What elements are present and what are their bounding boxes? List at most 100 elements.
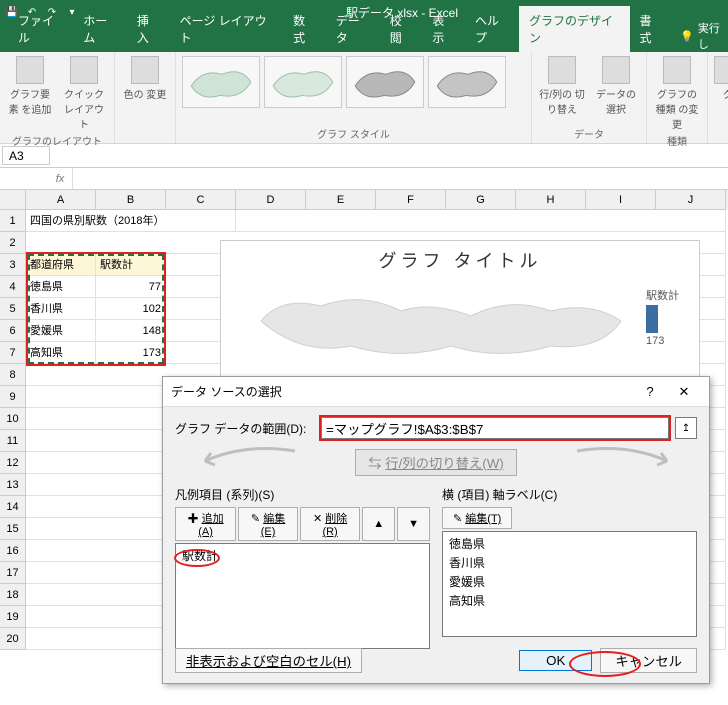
col-G[interactable]: G [446, 190, 516, 210]
change-colors-button[interactable]: 色の 変更 [121, 56, 169, 101]
axis-label: 横 (項目) 軸ラベル(C) [442, 486, 697, 503]
row-1: 1四国の県別駅数（2018年） [0, 210, 728, 232]
switch-icon [548, 56, 576, 84]
tab-format[interactable]: 書式 [630, 6, 673, 52]
axis-item-0[interactable]: 徳島県 [447, 534, 692, 553]
col-B[interactable]: B [96, 190, 166, 210]
col-C[interactable]: C [166, 190, 236, 210]
group-colors: 色の 変更 [115, 52, 176, 143]
series-listbox[interactable]: 駅数計 [175, 543, 430, 649]
cell-B5[interactable]: 102 [96, 298, 166, 320]
chart-type-icon [663, 56, 691, 84]
switch-rowcol-button[interactable]: 行/列の 切り替え [538, 56, 586, 116]
palette-icon [131, 56, 159, 84]
col-F[interactable]: F [376, 190, 446, 210]
series-edit-button[interactable]: ✎ 編集(E) [238, 507, 298, 541]
col-A[interactable]: A [26, 190, 96, 210]
add-element-icon [16, 56, 44, 84]
move-chart-button[interactable]: グ [714, 56, 728, 101]
world-map-plot [251, 281, 631, 371]
formula-bar[interactable]: fx [0, 168, 728, 190]
group-data: 行/列の 切り替え データの 選択 データ [532, 52, 647, 143]
map-chart[interactable]: グラフ タイトル 駅数計 173 [220, 240, 700, 380]
select-all-corner[interactable] [0, 190, 26, 210]
series-up-button[interactable]: ▲ [362, 507, 395, 541]
chart-legend: 駅数計 173 [646, 287, 679, 347]
cell-B6[interactable]: 148 [96, 320, 166, 342]
ribbon-tabs: ファイル ホーム 挿入 ページ レイアウト 数式 データ 校閲 表示 ヘルプ グ… [0, 24, 728, 52]
cell-A6[interactable]: 愛媛県 [26, 320, 96, 342]
axis-item-3[interactable]: 高知県 [447, 591, 692, 610]
col-E[interactable]: E [306, 190, 376, 210]
tab-pagelayout[interactable]: ページ レイアウト [170, 6, 283, 52]
select-data-source-dialog: データ ソースの選択 ? ✕ グラフ データの範囲(D): ↥ ⇆ 行/列の切り… [162, 376, 710, 684]
quick-layout-button[interactable]: クイック レイアウト [60, 56, 108, 131]
cell-A3[interactable]: 都道府県 [26, 254, 96, 276]
dialog-titlebar[interactable]: データ ソースの選択 ? ✕ [163, 377, 709, 407]
name-formula-row: A3 [0, 144, 728, 168]
series-down-button[interactable]: ▼ [397, 507, 430, 541]
tab-data[interactable]: データ [326, 6, 380, 52]
tab-help[interactable]: ヘルプ [465, 6, 519, 52]
chart-title[interactable]: グラフ タイトル [221, 241, 699, 273]
cell-B7[interactable]: 173 [96, 342, 166, 364]
close-icon[interactable]: ✕ [667, 384, 701, 400]
name-box[interactable]: A3 [2, 146, 50, 165]
tab-file[interactable]: ファイル [8, 6, 73, 52]
ribbon: グラフ要素 を追加 クイック レイアウト グラフのレイアウト 色の 変更 グラフ… [0, 52, 728, 144]
hidden-cells-button[interactable]: 非表示および空白のセル(H) [175, 648, 362, 673]
style-thumb-3[interactable] [346, 56, 424, 108]
tab-chartdesign[interactable]: グラフのデザイン [519, 6, 630, 52]
cell-A4[interactable]: 徳島県 [26, 276, 96, 298]
cell-A7[interactable]: 高知県 [26, 342, 96, 364]
fx-icon[interactable]: fx [48, 173, 72, 185]
change-chart-type-button[interactable]: グラフの種類 の変更 [653, 56, 701, 131]
cell-B3[interactable]: 駅数計 [96, 254, 166, 276]
range-label: グラフ データの範囲(D): [175, 420, 315, 437]
legend-value: 173 [646, 335, 679, 347]
tab-insert[interactable]: 挿入 [127, 6, 170, 52]
select-data-button[interactable]: データの 選択 [592, 56, 640, 116]
collapse-range-button[interactable]: ↥ [675, 417, 697, 439]
tab-formulas[interactable]: 数式 [283, 6, 326, 52]
cancel-button[interactable]: キャンセル [600, 648, 697, 673]
legend-swatch [646, 305, 658, 333]
legend-label: 駅数計 [646, 287, 679, 303]
arrow-right-icon [567, 447, 687, 473]
axis-edit-button[interactable]: ✎ 編集(T) [442, 507, 512, 529]
cell-A1[interactable]: 四国の県別駅数（2018年） [26, 210, 236, 232]
axis-item-2[interactable]: 愛媛県 [447, 572, 692, 591]
style-thumb-1[interactable] [182, 56, 260, 108]
select-data-icon [602, 56, 630, 84]
dialog-title: データ ソースの選択 [171, 383, 633, 400]
group-type: グラフの種類 の変更 種類 [647, 52, 708, 143]
tab-view[interactable]: 表示 [422, 6, 465, 52]
col-H[interactable]: H [516, 190, 586, 210]
column-headers: A B C D E F G H I J [0, 190, 728, 210]
cell-A5[interactable]: 香川県 [26, 298, 96, 320]
style-thumb-4[interactable] [428, 56, 506, 108]
group-chart-layout: グラフ要素 を追加 クイック レイアウト グラフのレイアウト [0, 52, 115, 143]
col-J[interactable]: J [656, 190, 726, 210]
arrow-left-icon [185, 447, 305, 473]
style-thumb-2[interactable] [264, 56, 342, 108]
group-label-data: データ [538, 124, 640, 141]
group-chart-styles: グラフ スタイル [176, 52, 532, 143]
cell-B4[interactable]: 77 [96, 276, 166, 298]
col-I[interactable]: I [586, 190, 656, 210]
bulb-icon: 💡 [680, 30, 694, 43]
series-item-0[interactable]: 駅数計 [180, 546, 425, 565]
help-icon[interactable]: ? [633, 384, 667, 399]
chart-data-range-input[interactable] [321, 417, 669, 439]
tab-review[interactable]: 校閲 [380, 6, 423, 52]
series-add-button[interactable]: ✚ 追加(A) [175, 507, 236, 541]
switch-icon: ⇆ [368, 456, 381, 471]
ok-button[interactable]: OK [519, 650, 592, 671]
series-delete-button[interactable]: ✕ 削除(R) [300, 507, 360, 541]
col-D[interactable]: D [236, 190, 306, 210]
axis-item-1[interactable]: 香川県 [447, 553, 692, 572]
tab-home[interactable]: ホーム [73, 6, 127, 52]
add-chart-element-button[interactable]: グラフ要素 を追加 [6, 56, 54, 116]
tell-me[interactable]: 💡 実行し [680, 20, 728, 52]
axis-listbox[interactable]: 徳島県 香川県 愛媛県 高知県 [442, 531, 697, 637]
